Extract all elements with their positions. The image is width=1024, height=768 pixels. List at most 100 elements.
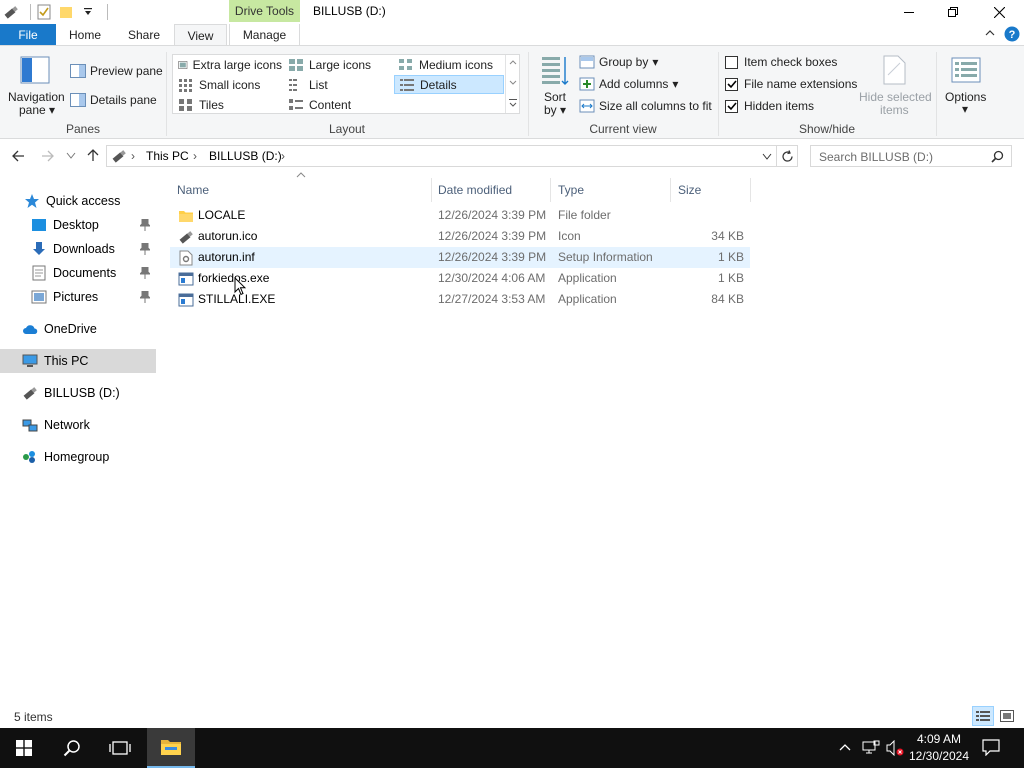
nav-this-pc[interactable]: This PC xyxy=(0,349,156,373)
nav-network[interactable]: Network xyxy=(0,413,156,437)
properties-icon[interactable] xyxy=(35,3,53,21)
item-check-boxes-checkbox[interactable] xyxy=(725,55,738,69)
column-header-date-modified[interactable]: Date modified xyxy=(431,178,551,202)
start-button[interactable] xyxy=(0,728,48,768)
windows-logo-icon xyxy=(16,740,32,756)
file-row[interactable]: LOCALE 12/26/2024 3:39 PM File folder xyxy=(170,205,750,226)
tab-view[interactable]: View xyxy=(174,24,227,47)
file-date: 12/30/2024 4:06 AM xyxy=(438,271,546,285)
options-icon[interactable] xyxy=(951,57,981,83)
up-icon[interactable] xyxy=(85,147,101,163)
hide-selected-items-label-2[interactable]: items xyxy=(880,103,909,117)
minimize-button[interactable] xyxy=(886,0,932,24)
desktop-icon xyxy=(32,219,46,231)
sort-by-label-2[interactable]: by ▾ xyxy=(544,103,566,117)
hide-selected-items-button[interactable]: Hide selected xyxy=(859,90,932,104)
current-view-group-label: Current view xyxy=(589,122,657,136)
details-view-icon xyxy=(976,711,990,721)
column-header-type[interactable]: Type xyxy=(551,178,671,202)
file-row[interactable]: autorun.ico 12/26/2024 3:39 PM Icon 34 K… xyxy=(170,226,750,247)
breadcrumb-billusb[interactable]: BILLUSB (D:) xyxy=(209,149,282,163)
details-view-button[interactable] xyxy=(972,706,994,726)
search-button[interactable] xyxy=(48,728,96,768)
close-button[interactable] xyxy=(976,0,1022,24)
nav-onedrive[interactable]: OneDrive xyxy=(0,317,156,341)
show-hidden-icons-icon[interactable] xyxy=(838,741,852,753)
column-header-size[interactable]: Size xyxy=(671,178,751,202)
options-dropdown-icon[interactable]: ▾ xyxy=(962,102,968,116)
tab-share[interactable]: Share xyxy=(115,24,173,46)
tab-manage[interactable]: Manage xyxy=(229,24,300,46)
size-all-columns-button[interactable]: Size all columns to fit xyxy=(579,97,712,115)
preview-pane-button[interactable]: Preview pane xyxy=(70,62,163,80)
layout-tiles[interactable]: Tiles xyxy=(174,95,282,114)
breadcrumb-separator-icon[interactable]: › xyxy=(193,149,197,163)
breadcrumb-separator-icon[interactable]: › xyxy=(131,149,135,163)
search-icon[interactable] xyxy=(991,150,1004,163)
nav-desktop[interactable]: Desktop xyxy=(0,213,156,237)
status-bar: 5 items xyxy=(0,706,1024,728)
layout-gallery-scroll[interactable] xyxy=(505,55,519,113)
forward-icon[interactable] xyxy=(40,148,56,164)
nav-documents[interactable]: Documents xyxy=(0,261,156,285)
tab-file[interactable]: File xyxy=(0,24,56,46)
address-bar[interactable]: › This PC › BILLUSB (D:) › xyxy=(106,145,777,167)
hidden-items-toggle[interactable]: Hidden items xyxy=(725,97,814,115)
usb-drive-icon[interactable] xyxy=(2,3,20,21)
file-row[interactable]: forkiedos.exe 12/30/2024 4:06 AM Applica… xyxy=(170,268,750,289)
recent-locations-icon[interactable] xyxy=(66,152,76,160)
nav-quick-access[interactable]: Quick access xyxy=(0,189,156,213)
file-name-extensions-toggle[interactable]: File name extensions xyxy=(725,75,857,93)
details-pane-button[interactable]: Details pane xyxy=(70,91,157,109)
network-status-icon[interactable] xyxy=(862,740,880,756)
item-check-boxes-toggle[interactable]: Item check boxes xyxy=(725,53,837,71)
layout-details[interactable]: Details xyxy=(394,75,504,94)
collapse-ribbon-icon[interactable] xyxy=(985,28,995,38)
hidden-items-checkbox[interactable] xyxy=(725,99,738,113)
layout-group-label: Layout xyxy=(328,122,366,136)
restore-button[interactable] xyxy=(930,0,976,24)
file-name-extensions-checkbox[interactable] xyxy=(725,77,738,91)
network-icon xyxy=(22,419,38,432)
refresh-button[interactable] xyxy=(777,145,798,167)
file-row[interactable]: STILLALI.EXE 12/27/2024 3:53 AM Applicat… xyxy=(170,289,750,310)
large-icons-view-button[interactable] xyxy=(996,706,1018,726)
layout-small-icons[interactable]: Small icons xyxy=(174,75,282,94)
nav-downloads[interactable]: Downloads xyxy=(0,237,156,261)
nav-homegroup[interactable]: Homegroup xyxy=(0,445,156,469)
navigation-pane-icon[interactable] xyxy=(20,56,50,84)
task-view-button[interactable] xyxy=(96,728,144,768)
add-columns-button[interactable]: Add columns ▾ xyxy=(579,75,678,93)
address-history-icon[interactable] xyxy=(762,153,772,161)
sort-by-icon[interactable] xyxy=(540,55,570,87)
back-icon[interactable] xyxy=(10,148,26,164)
help-icon[interactable]: ? xyxy=(1004,26,1020,42)
file-type: Setup Information xyxy=(558,250,653,264)
file-row[interactable]: autorun.inf 12/26/2024 3:39 PM Setup Inf… xyxy=(170,247,750,268)
navigation-pane-button[interactable]: Navigation xyxy=(8,90,65,104)
navigation-pane-label-2[interactable]: pane ▾ xyxy=(19,103,55,117)
layout-list[interactable]: List xyxy=(284,75,392,94)
group-by-button[interactable]: Group by ▾ xyxy=(579,53,658,71)
hide-selected-icon[interactable] xyxy=(880,55,908,85)
breadcrumb-separator-icon[interactable]: › xyxy=(281,149,285,163)
breadcrumb-this-pc[interactable]: This PC xyxy=(146,149,189,163)
volume-muted-icon[interactable] xyxy=(886,740,904,756)
cloud-icon xyxy=(23,325,38,334)
nav-pictures[interactable]: Pictures xyxy=(0,285,156,309)
sort-by-button[interactable]: Sort xyxy=(544,90,566,104)
layout-content[interactable]: Content xyxy=(284,95,392,114)
nav-billusb[interactable]: BILLUSB (D:) xyxy=(0,381,156,405)
tab-home[interactable]: Home xyxy=(57,24,113,46)
taskbar-clock[interactable]: 4:09 AM 12/30/2024 xyxy=(904,731,974,765)
search-box[interactable]: Search BILLUSB (D:) xyxy=(810,145,1012,167)
notifications-icon[interactable] xyxy=(982,739,1000,756)
customize-toolbar-icon[interactable] xyxy=(79,3,97,21)
new-folder-icon[interactable] xyxy=(57,3,75,21)
column-header-name[interactable]: Name xyxy=(170,178,432,202)
layout-medium-icons[interactable]: Medium icons xyxy=(394,55,502,74)
layout-extra-large-icons[interactable]: Extra large icons xyxy=(174,55,282,74)
file-explorer-taskbar-button[interactable] xyxy=(147,728,195,768)
layout-large-icons[interactable]: Large icons xyxy=(284,55,392,74)
group-by-icon xyxy=(579,55,595,69)
